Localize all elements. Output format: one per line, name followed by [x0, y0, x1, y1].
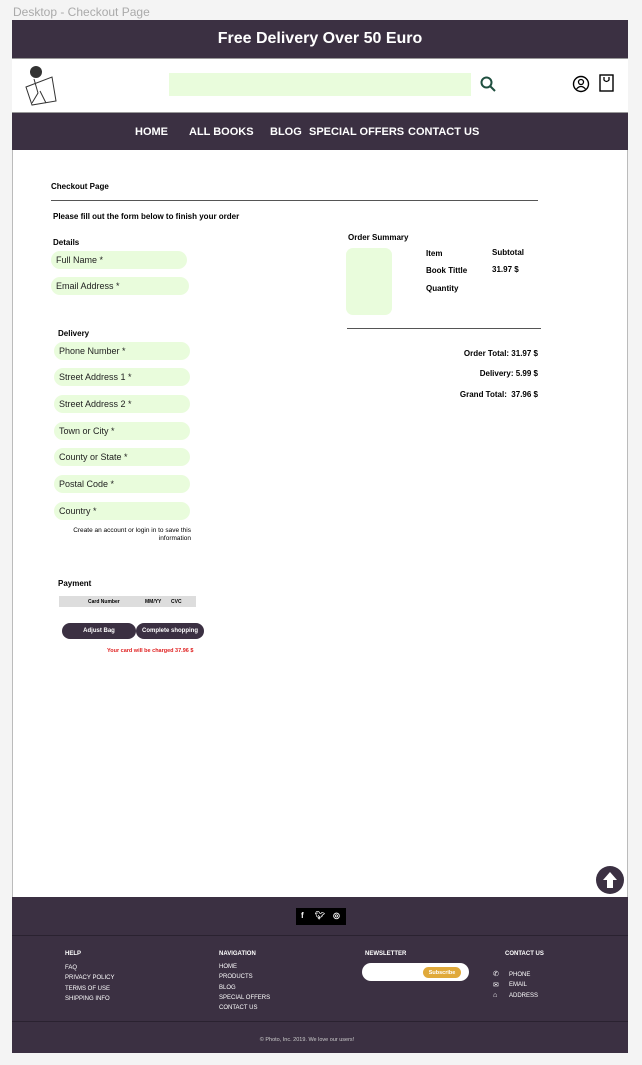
footer-divider — [12, 1021, 628, 1022]
footer-link[interactable]: SHIPPING INFO — [65, 994, 114, 1004]
card-input[interactable]: Card Number MM/YY CVC — [59, 596, 196, 607]
summary-heading: Order Summary — [348, 233, 409, 242]
nav-special-offers[interactable]: SPECIAL OFFERS — [309, 126, 404, 138]
facebook-icon[interactable]: f — [301, 911, 304, 920]
street-address-2-input[interactable]: Street Address 2 * — [54, 395, 190, 413]
card-number-field[interactable]: Card Number — [88, 599, 120, 605]
delivery-heading: Delivery — [58, 329, 90, 338]
navigation-heading: NAVIGATION — [219, 951, 256, 957]
footer-link[interactable]: PRIVACY POLICY — [65, 973, 114, 983]
item-label: Item — [426, 249, 443, 258]
footer-link[interactable]: HOME — [219, 962, 270, 972]
contact-heading: CONTACT US — [505, 951, 544, 957]
subscribe-button[interactable]: Subscribe — [423, 967, 461, 978]
country-input[interactable]: Country * — [54, 502, 190, 520]
book-image-placeholder — [346, 248, 392, 315]
phone-icon: ✆ — [493, 971, 499, 978]
expiry-field[interactable]: MM/YY — [145, 599, 161, 605]
footer-link[interactable]: PHONE — [509, 970, 538, 980]
town-input[interactable]: Town or City * — [54, 422, 190, 440]
postal-code-input[interactable]: Postal Code * — [54, 475, 190, 493]
footer-link[interactable]: PRODUCTS — [219, 972, 270, 982]
nav-all-books[interactable]: ALL BOOKS — [189, 126, 254, 138]
payment-heading: Payment — [58, 579, 92, 588]
complete-shopping-button[interactable]: Complete shopping — [136, 623, 204, 639]
frame-title: Desktop - Checkout Page — [13, 5, 150, 19]
footer-link[interactable]: EMAIL — [509, 980, 538, 990]
delivery-cost: Delivery: 5.99 $ — [479, 369, 538, 378]
instructions: Please fill out the form below to finish… — [53, 212, 240, 221]
scroll-to-top-button[interactable] — [595, 865, 625, 895]
logo[interactable] — [22, 63, 60, 109]
shopping-bag-icon[interactable] — [599, 74, 615, 93]
charge-note: Your card will be charged 37.96 $ — [107, 648, 194, 654]
county-input[interactable]: County or State * — [54, 448, 190, 466]
search-icon[interactable] — [480, 76, 496, 92]
footer-divider — [12, 935, 628, 936]
instagram-icon[interactable]: ◎ — [333, 911, 340, 920]
email-input[interactable]: Email Address * — [51, 277, 189, 295]
contact-links: PHONE EMAIL ADDRESS — [509, 970, 538, 1001]
grand-total: Grand Total: 37.96 $ — [459, 390, 538, 399]
help-links: FAQ PRIVACY POLICY TERMS OF USE SHIPPING… — [65, 963, 114, 1004]
social-links: f 🐦︎ ◎ — [296, 908, 346, 925]
twitter-icon[interactable]: 🐦︎ — [315, 911, 325, 920]
help-heading: HELP — [65, 951, 82, 957]
footer: f 🐦︎ ◎ HELP FAQ PRIVACY POLICY TERMS OF … — [12, 897, 628, 1053]
footer-link[interactable]: ADDRESS — [509, 991, 538, 1001]
footer-link[interactable]: SPECIAL OFFERS — [219, 993, 270, 1003]
details-heading: Details — [53, 238, 80, 247]
divider — [51, 200, 538, 201]
newsletter-heading: NEWSLETTER — [365, 951, 407, 957]
phone-input[interactable]: Phone Number * — [54, 342, 190, 360]
summary-divider — [347, 328, 541, 329]
address-icon: ⌂ — [493, 992, 498, 999]
footer-link[interactable]: BLOG — [219, 983, 270, 993]
quantity-label: Quantity — [426, 284, 459, 293]
adjust-bag-button[interactable]: Adjust Bag — [62, 623, 136, 639]
navigation-links: HOME PRODUCTS BLOG SPECIAL OFFERS CONTAC… — [219, 962, 270, 1013]
email-icon: ✉ — [493, 982, 499, 989]
nav-contact-us[interactable]: CONTACT US — [408, 126, 479, 138]
cvc-field[interactable]: CVC — [171, 599, 182, 605]
order-total: Order Total: 31.97 $ — [463, 349, 538, 358]
copyright: © Photo, Inc. 2019. We love our users! — [259, 1037, 355, 1043]
promo-banner: Free Delivery Over 50 Euro — [12, 20, 628, 58]
main-nav: HOME ALL BOOKS BLOG SPECIAL OFFERS CONTA… — [12, 113, 628, 150]
footer-link[interactable]: TERMS OF USE — [65, 984, 114, 994]
nav-blog[interactable]: BLOG — [270, 126, 302, 138]
book-price: 31.97 $ — [492, 265, 519, 274]
nav-home[interactable]: HOME — [135, 126, 168, 138]
street-address-1-input[interactable]: Street Address 1 * — [54, 368, 190, 386]
user-icon[interactable] — [572, 75, 590, 93]
page-title: Checkout Page — [51, 182, 109, 191]
footer-link[interactable]: CONTACT US — [219, 1003, 270, 1013]
full-name-input[interactable]: Full Name * — [51, 251, 187, 269]
book-title: Book Tittle — [426, 266, 468, 275]
account-note[interactable]: Create an account or login in to save th… — [66, 527, 191, 543]
subtotal-label: Subtotal — [492, 248, 524, 257]
search-input[interactable] — [169, 73, 471, 96]
footer-link[interactable]: FAQ — [65, 963, 114, 973]
